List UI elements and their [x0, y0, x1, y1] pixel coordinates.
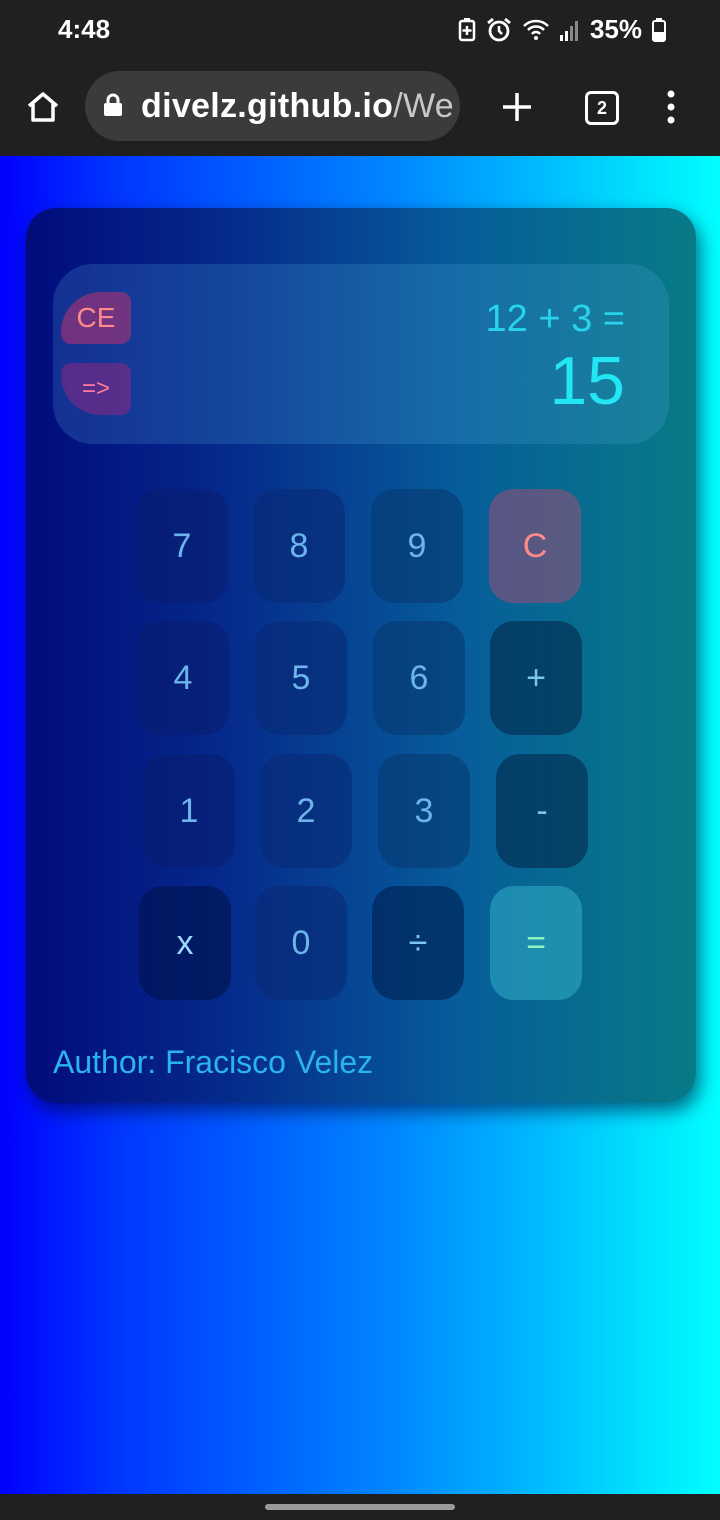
- lock-icon: [103, 93, 123, 122]
- battery-percent: 35%: [589, 14, 642, 44]
- key-divide[interactable]: ÷: [372, 886, 464, 1000]
- battery-saver-icon: [458, 17, 476, 42]
- status-icons: 35%: [458, 14, 666, 45]
- url-text: divelz.github.io/We: [141, 87, 454, 126]
- battery-icon: [652, 17, 666, 42]
- key-minus[interactable]: -: [496, 754, 588, 868]
- key-digit-3[interactable]: 3: [378, 754, 470, 868]
- key-digit-8[interactable]: 8: [253, 489, 345, 603]
- key-plus[interactable]: +: [490, 621, 582, 735]
- status-time: 4:48: [58, 14, 111, 44]
- page-content: CE => 12 + 3 = 15 7 8 9 C 4 5 6 +1 2 3- x 0 ÷ = Autho…: [0, 156, 720, 1494]
- tabs-icon[interactable]: 2: [585, 91, 619, 125]
- key-clear[interactable]: C: [489, 489, 581, 603]
- url-path: /We: [393, 87, 454, 125]
- clear-entry-button[interactable]: CE: [61, 292, 131, 344]
- alarm-icon: [486, 17, 512, 43]
- key-digit-0[interactable]: 0: [255, 886, 347, 1000]
- new-tab-icon[interactable]: [494, 84, 540, 130]
- key-digit-6[interactable]: 6: [373, 621, 465, 735]
- signal-icon: [559, 19, 580, 41]
- result-text: 15: [549, 343, 625, 419]
- more-menu-icon[interactable]: [656, 82, 686, 132]
- key-digit-9[interactable]: 9: [371, 489, 463, 603]
- wifi-icon: [522, 18, 550, 42]
- key-multiply[interactable]: x: [139, 886, 231, 1000]
- key-digit-5[interactable]: 5: [255, 621, 347, 735]
- url-host: divelz.github.io: [141, 87, 394, 125]
- status-bar: 4:48 35%: [0, 0, 720, 58]
- key-digit-4[interactable]: 4: [137, 621, 229, 735]
- browser-toolbar: divelz.github.io/We 2: [0, 58, 720, 156]
- backspace-button[interactable]: =>: [61, 363, 131, 415]
- calculator-card: CE => 12 + 3 = 15 7 8 9 C 4 5 6 +1 2 3- x 0 ÷ = Autho…: [26, 208, 696, 1103]
- system-nav-bar: [0, 1494, 720, 1520]
- address-bar[interactable]: divelz.github.io/We: [85, 71, 460, 141]
- key-digit-7[interactable]: 7: [136, 489, 228, 603]
- expression-text: 12 + 3 =: [485, 298, 625, 340]
- key-digit-1[interactable]: 1: [143, 754, 235, 868]
- key-digit-2[interactable]: 2: [260, 754, 352, 868]
- gesture-handle[interactable]: [265, 1504, 455, 1510]
- key-equals[interactable]: =: [490, 886, 582, 1000]
- calculator-display: CE => 12 + 3 = 15: [53, 264, 669, 444]
- home-icon[interactable]: [20, 84, 66, 130]
- author-credit: Author: Fracisco Velez: [53, 1044, 374, 1080]
